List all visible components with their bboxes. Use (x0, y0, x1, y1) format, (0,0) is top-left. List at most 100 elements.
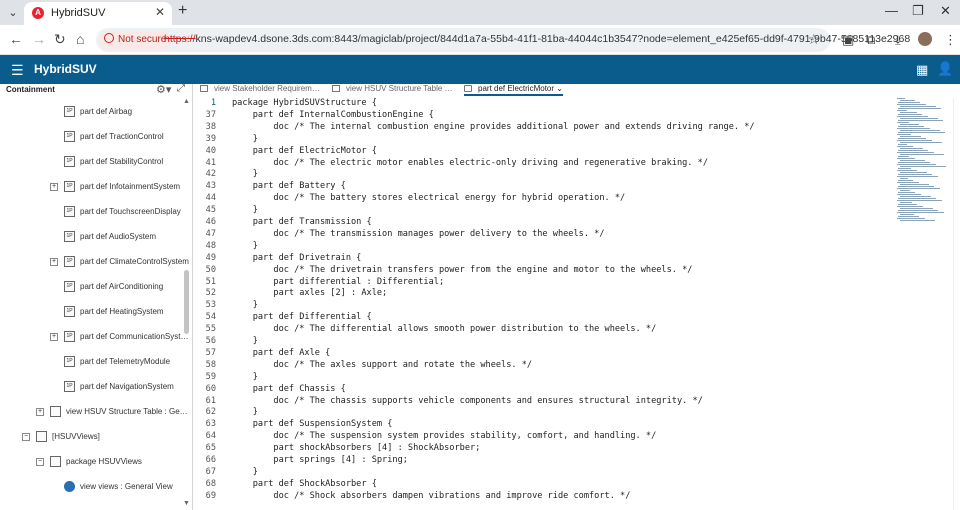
forward-icon[interactable]: → (32, 31, 46, 47)
code-text: part def Differential { (232, 312, 372, 323)
scroll-down-icon[interactable]: ▼ (183, 500, 190, 507)
line-number: 67 (205, 466, 216, 477)
tree-item-label: part def TouchscreenDisplay (80, 207, 181, 216)
code-line: 62 } (194, 407, 894, 419)
tab-hsuv-structure-table[interactable]: view HSUV Structure Table … (332, 84, 453, 96)
apps-grid-icon[interactable]: ▦ (916, 62, 928, 78)
minimap-line (898, 114, 922, 115)
minimize-icon[interactable]: — (885, 3, 898, 18)
tab-search-chevron-icon[interactable]: ⌄ (4, 4, 22, 22)
expand-icon[interactable]: + (50, 258, 58, 266)
minimap-line (900, 106, 936, 107)
line-number: 58 (205, 359, 216, 370)
tree-item-label: part def ClimateControlSystem (80, 257, 189, 266)
tree-item[interactable]: 1P part def TelemetryModule (0, 355, 183, 371)
expand-icon[interactable]: + (50, 333, 58, 341)
tree-item[interactable]: − package HSUVViews (0, 455, 183, 471)
tree-item[interactable]: +1P part def InfotainmentSystem (0, 180, 183, 196)
back-icon[interactable]: ← (9, 31, 23, 47)
containment-panel: Containment ⚙▾ ⤢ 1P part def Airbag 1P part… (0, 84, 193, 510)
minimap-line (900, 172, 927, 173)
minimap-line (898, 174, 932, 175)
part-def-icon: 1P (64, 181, 75, 192)
close-tab-icon[interactable]: ✕ (155, 5, 165, 19)
bookmark-star-icon[interactable]: ☆ (807, 31, 820, 48)
code-line: 55 doc /* The differential allows smooth… (194, 324, 894, 336)
browser-tab-strip: ⌄ A HybridSUV ✕ + — ❐ ✕ (0, 0, 960, 25)
minimap-line (898, 144, 907, 145)
home-icon[interactable]: ⌂ (76, 31, 84, 47)
extensions-icon[interactable]: ⧉ (866, 32, 875, 48)
tree-item[interactable]: 1P part def AudioSystem (0, 230, 183, 246)
tree-item-label: part def TelemetryModule (80, 357, 171, 366)
table-view-icon (200, 85, 208, 92)
tab-part-def-electricmotor[interactable]: part def ElectricMotor ⌄ (464, 84, 563, 96)
minimap-line (898, 198, 936, 199)
tree-item-label: part def AudioSystem (80, 232, 157, 241)
tab-groups-icon[interactable]: ▣ (842, 32, 854, 48)
line-number: 63 (205, 419, 216, 430)
line-number: 39 (205, 133, 216, 144)
line-number: 64 (205, 431, 216, 442)
line-number: 65 (205, 443, 216, 454)
collapse-icon[interactable]: − (22, 433, 30, 441)
scroll-up-icon[interactable]: ▲ (183, 98, 190, 105)
code-text: doc /* The differential allows smooth po… (232, 324, 657, 335)
tab-stakeholder-view[interactable]: view Stakeholder Requirem… (200, 84, 320, 96)
tree-item[interactable]: 1P part def NavigationSystem (0, 380, 183, 396)
tree-item[interactable]: +1P part def ClimateControlSystem (0, 255, 189, 271)
minimap-line (897, 146, 913, 147)
tree-item[interactable]: 1P part def Airbag (0, 105, 183, 121)
code-line: 65 part shockAbsorbers [4] : ShockAbsorb… (194, 443, 894, 455)
code-text: doc /* The electric motor enables electr… (232, 157, 708, 168)
tree-item[interactable]: +1P part def CommunicationSyst… (0, 330, 189, 346)
address-bar[interactable]: Not secure https://kns-wapdev4.dsone.3ds… (96, 28, 910, 52)
not-secure-badge[interactable]: Not secure (100, 31, 173, 49)
code-line: 57 part def Axle { (194, 348, 894, 360)
tree-scrollbar-thumb[interactable] (184, 270, 189, 334)
tree-item[interactable]: 1P part def TouchscreenDisplay (0, 205, 183, 221)
line-number: 52 (205, 288, 216, 299)
line-number: 68 (205, 478, 216, 489)
minimap-line (897, 170, 917, 171)
line-number: 37 (205, 109, 216, 120)
code-minimap[interactable] (895, 98, 953, 228)
tree-item[interactable]: + view HSUV Structure Table : Ge… (0, 405, 188, 421)
tree-item[interactable]: 1P part def StabilityControl (0, 155, 183, 171)
part-def-icon: 1P (64, 206, 75, 217)
tree-item[interactable]: 1P part def TractionControl (0, 130, 183, 146)
restore-icon[interactable]: ❐ (912, 3, 924, 19)
user-icon[interactable]: 👤 (937, 61, 953, 77)
line-number: 62 (205, 407, 216, 418)
chevron-down-icon[interactable]: ⌄ (556, 84, 563, 93)
code-editor[interactable]: 1 package HybridSUVStructure {37 part def… (194, 98, 894, 510)
code-line: 37 part def InternalCombustionEngine { (194, 110, 894, 122)
expand-icon[interactable]: ⤢ (177, 84, 185, 94)
gear-icon[interactable]: ⚙▾ (156, 84, 171, 96)
download-icon[interactable]: ⤓ (895, 32, 901, 48)
line-number: 69 (205, 490, 216, 501)
tree-item[interactable]: − [HSUVViews] (0, 430, 183, 446)
tree-item[interactable]: 1P part def HeatingSystem (0, 305, 183, 321)
tree-item[interactable]: 1P part def AirConditioning (0, 280, 183, 296)
tree-item-label: part def AirConditioning (80, 282, 164, 291)
close-window-icon[interactable]: ✕ (940, 3, 951, 19)
minimap-line (898, 162, 930, 163)
expand-icon[interactable]: + (36, 408, 44, 416)
tree-item[interactable]: view views : General View (0, 480, 183, 496)
line-number: 40 (205, 145, 216, 156)
tree-item-label: part def InfotainmentSystem (80, 182, 181, 191)
not-secure-label: Not secure (118, 34, 167, 45)
reload-icon[interactable]: ↻ (54, 31, 66, 48)
expand-icon[interactable]: + (50, 183, 58, 191)
editor-scrollbar[interactable] (953, 98, 959, 510)
minimap-line (900, 184, 929, 185)
hamburger-menu-icon[interactable]: ☰ (11, 62, 24, 79)
browser-tab[interactable]: A HybridSUV ✕ (24, 2, 172, 25)
browser-menu-icon[interactable]: ⋮ (944, 32, 957, 48)
profile-avatar[interactable] (918, 32, 932, 46)
collapse-icon[interactable]: − (36, 458, 44, 466)
new-tab-icon[interactable]: + (178, 2, 187, 20)
line-number: 54 (205, 312, 216, 323)
code-line: 49 part def Drivetrain { (194, 253, 894, 265)
